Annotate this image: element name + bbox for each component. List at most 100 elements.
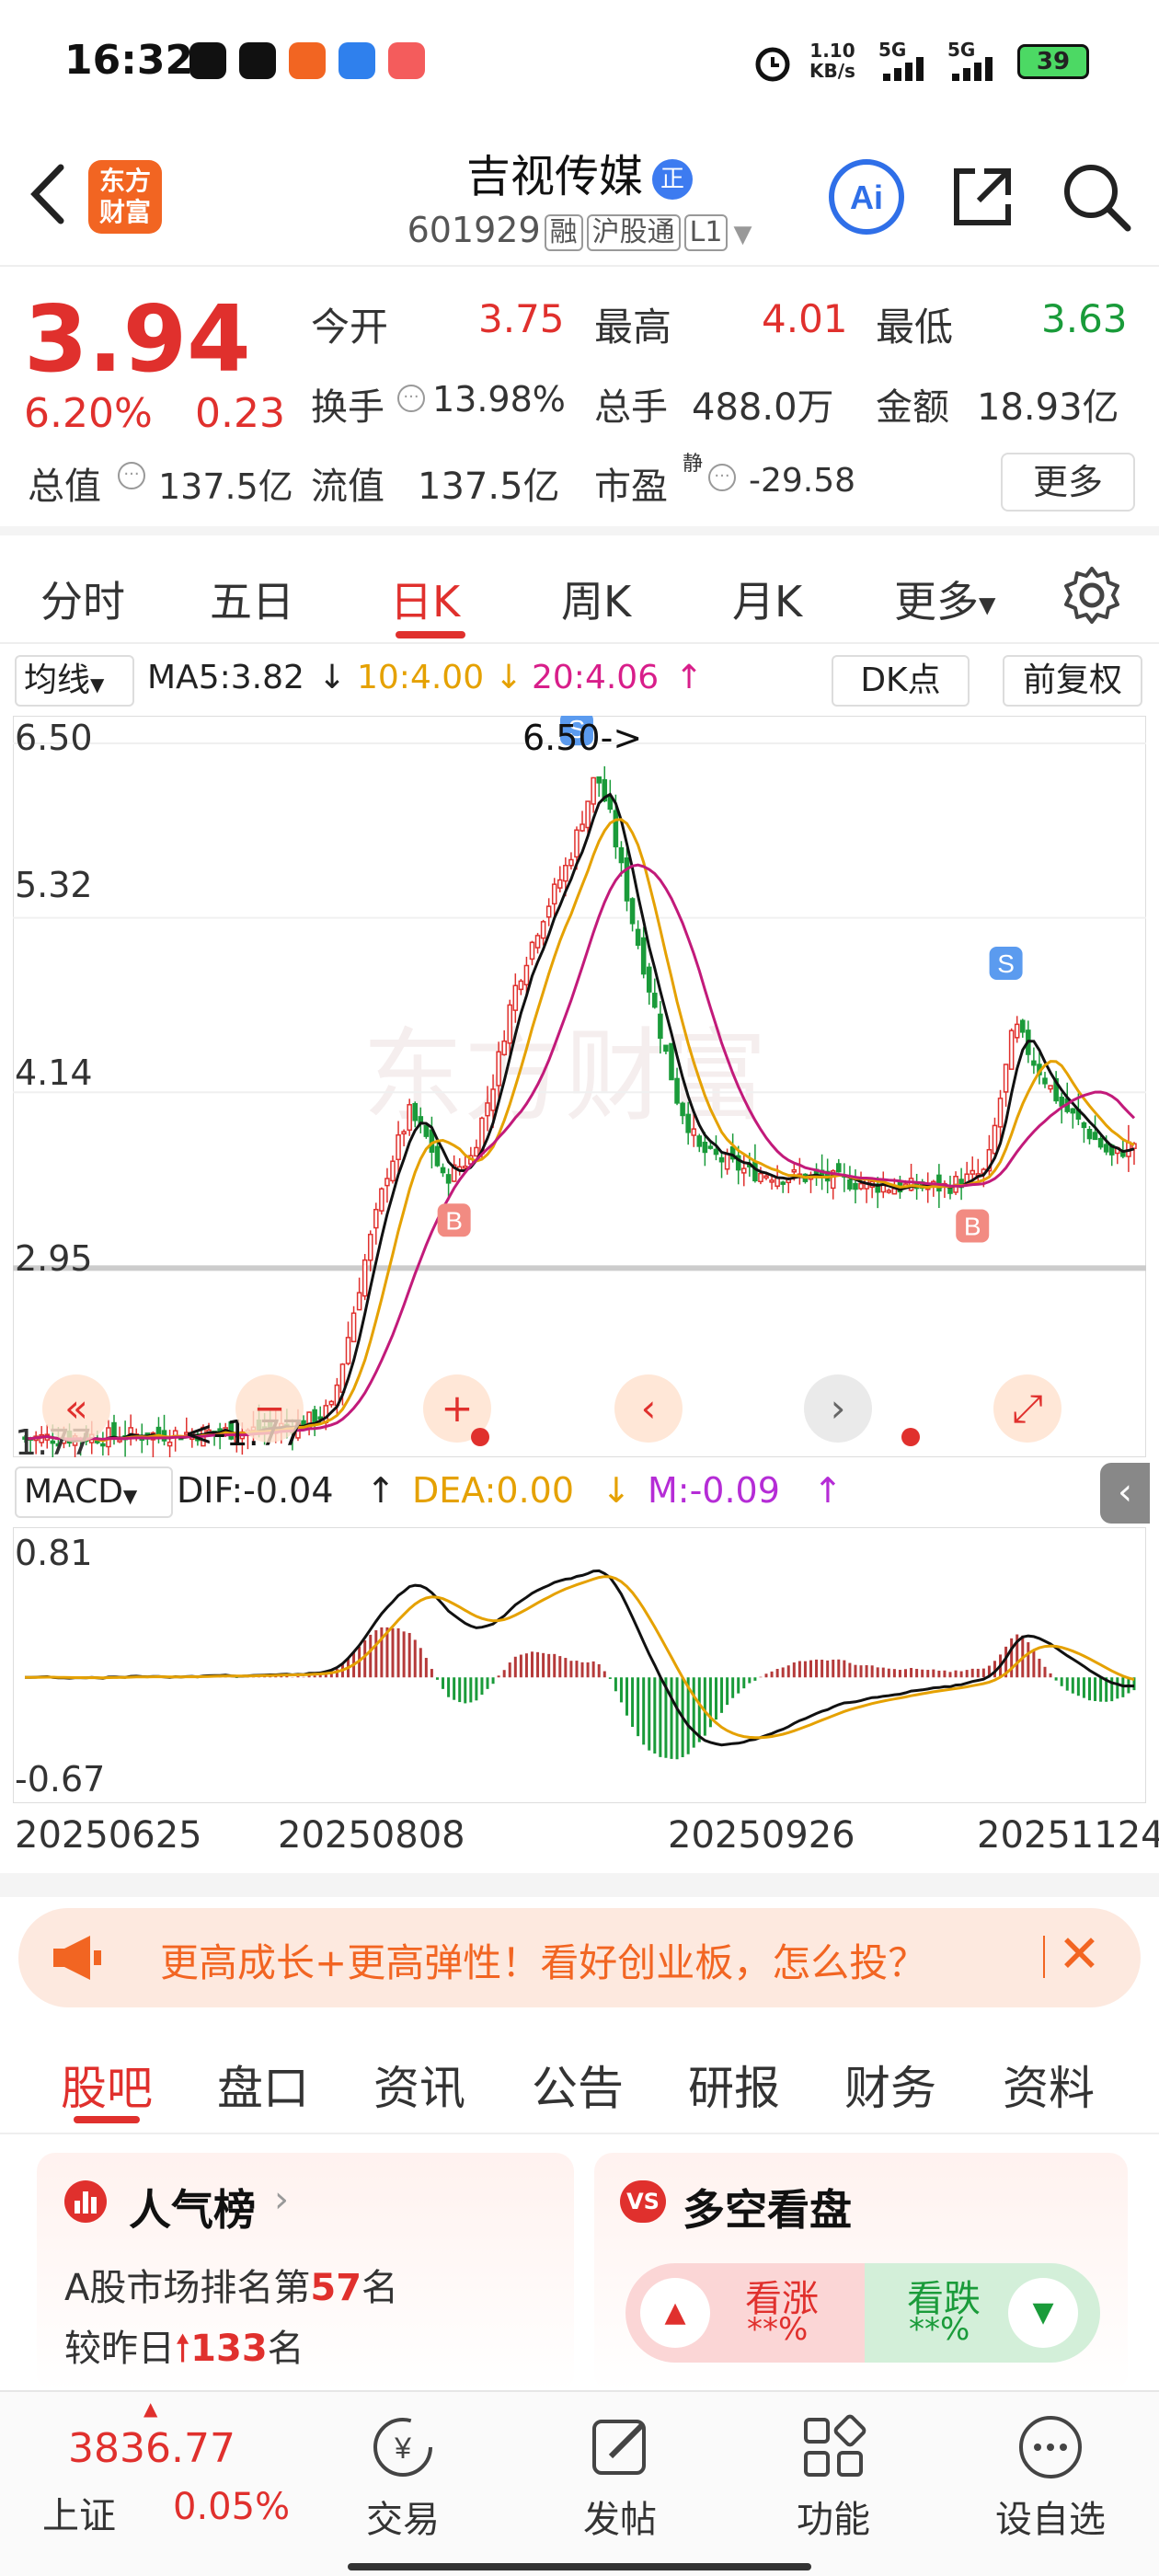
candle-body bbox=[345, 1337, 351, 1364]
candle-body bbox=[669, 1042, 674, 1081]
nav-add-watchlist[interactable]: 设自选 bbox=[986, 2410, 1115, 2543]
nav-trade[interactable]: ¥ 交易 bbox=[339, 2410, 467, 2543]
float-label: 流值 bbox=[311, 466, 384, 508]
home-indicator bbox=[348, 2563, 811, 2570]
nav-functions[interactable]: 功能 bbox=[769, 2410, 898, 2543]
zoom-out-icon[interactable]: − bbox=[235, 1374, 304, 1443]
close-icon[interactable]: ✕ bbox=[1058, 1925, 1101, 1984]
index-change[interactable]: 0.05% bbox=[173, 2486, 290, 2528]
up-arrow-icon: ↑ bbox=[366, 1470, 396, 1511]
settings-gear-icon[interactable] bbox=[1061, 565, 1122, 626]
svg-text:¥: ¥ bbox=[394, 2432, 411, 2465]
turnover-label: 换手 bbox=[311, 386, 384, 429]
macd-selector[interactable]: MACD▼ bbox=[15, 1466, 173, 1518]
tab-five-day[interactable]: 五日 bbox=[210, 569, 294, 629]
candle-body bbox=[568, 858, 574, 867]
candle-body bbox=[100, 1443, 106, 1447]
tab-news[interactable]: 资讯 bbox=[373, 2052, 465, 2118]
high-label: 最高 bbox=[594, 305, 672, 350]
open-value: 3.75 bbox=[478, 296, 565, 341]
up-triangle-icon[interactable]: ▲ bbox=[640, 2278, 710, 2348]
marker-label: B bbox=[445, 1206, 463, 1235]
tab-monthly-k[interactable]: 月K bbox=[732, 569, 802, 629]
candle-body bbox=[1008, 1029, 1015, 1070]
candle-body bbox=[1031, 1060, 1037, 1066]
more-button[interactable]: 更多 bbox=[1001, 453, 1135, 512]
promo-text[interactable]: 更高成长+更高弹性！看好创业板，怎么投？ bbox=[160, 1932, 926, 1988]
dif-value: DIF:-0.04 bbox=[177, 1470, 334, 1511]
candle-body bbox=[518, 980, 524, 991]
ai-icon[interactable]: Ai bbox=[828, 158, 905, 236]
fast-back-icon[interactable]: « bbox=[42, 1374, 110, 1443]
tab-more[interactable]: 更多▼ bbox=[894, 569, 995, 629]
ma-selector[interactable]: 均线▼ bbox=[15, 655, 134, 707]
more-icon bbox=[1019, 2416, 1082, 2478]
candle-body bbox=[791, 1168, 798, 1173]
info-icon[interactable]: ··· bbox=[397, 385, 425, 412]
candle-body bbox=[663, 1044, 669, 1052]
dk-point-button[interactable]: DK点 bbox=[832, 655, 970, 707]
low-value: 3.63 bbox=[1041, 296, 1128, 341]
caret-down-icon: ▼ bbox=[979, 592, 996, 618]
adjust-mode-button[interactable]: 前复权 bbox=[1003, 655, 1142, 707]
candle-body bbox=[111, 1421, 117, 1438]
info-icon[interactable]: ··· bbox=[118, 462, 145, 489]
candle-body bbox=[585, 800, 591, 829]
info-icon[interactable]: ··· bbox=[708, 464, 736, 491]
tab-finance[interactable]: 财务 bbox=[844, 2052, 936, 2118]
candle-body bbox=[1092, 1132, 1098, 1141]
tab-timeshare[interactable]: 分时 bbox=[40, 569, 125, 629]
next-icon[interactable]: › bbox=[804, 1374, 872, 1443]
high-value: 4.01 bbox=[762, 296, 848, 341]
candle-body bbox=[445, 1174, 452, 1184]
tab-pankou[interactable]: 盘口 bbox=[217, 2052, 309, 2118]
candle-body bbox=[674, 1077, 680, 1104]
tab-profile[interactable]: 资料 bbox=[1003, 2052, 1095, 2118]
candle-body bbox=[407, 1104, 412, 1132]
candle-body bbox=[618, 846, 625, 864]
candle-body bbox=[629, 898, 636, 925]
ranking-icon bbox=[64, 2180, 107, 2223]
candle-body bbox=[551, 883, 557, 905]
divider bbox=[1043, 1936, 1045, 1978]
chevron-down-icon: ▼ bbox=[733, 221, 752, 248]
search-icon[interactable] bbox=[1058, 158, 1135, 236]
candle-body bbox=[350, 1312, 357, 1343]
tab-weekly-k[interactable]: 周K bbox=[561, 569, 631, 629]
content-tabs: 股吧 盘口 资讯 公告 研报 财务 资料 bbox=[0, 2024, 1159, 2134]
candle-body bbox=[836, 1163, 842, 1173]
up-arrow-icon: ↑ bbox=[813, 1470, 843, 1511]
float-value: 137.5亿 bbox=[418, 466, 560, 508]
vote-down-percent: **% bbox=[909, 2311, 970, 2348]
down-arrow-icon: ↓ bbox=[495, 659, 523, 696]
candle-body bbox=[1003, 1064, 1009, 1093]
fullscreen-icon[interactable]: ⤢ bbox=[993, 1374, 1061, 1443]
net-speed: 1.10 bbox=[809, 40, 855, 62]
collapse-panel-icon[interactable]: ‹ bbox=[1100, 1463, 1150, 1524]
signal-icon bbox=[883, 57, 924, 81]
x-date-label: 20250625 bbox=[15, 1814, 202, 1857]
macd-chart[interactable] bbox=[13, 1527, 1146, 1803]
tab-research[interactable]: 研报 bbox=[688, 2052, 780, 2118]
index-name[interactable]: 上证 bbox=[42, 2486, 116, 2539]
up-arrow-icon: ↑ bbox=[675, 659, 704, 696]
candle-body bbox=[858, 1182, 864, 1190]
down-triangle-icon[interactable]: ▼ bbox=[1008, 2278, 1078, 2348]
candle-body bbox=[707, 1145, 714, 1149]
turnover-value: 13.98% bbox=[432, 379, 566, 420]
candle-body bbox=[367, 1234, 373, 1261]
nav-post[interactable]: 发帖 bbox=[556, 2410, 684, 2543]
candle-body bbox=[646, 966, 652, 993]
ma5-value: MA5:3.82 bbox=[147, 659, 304, 696]
tab-guba[interactable]: 股吧 bbox=[61, 2052, 153, 2118]
candle-body bbox=[696, 1135, 703, 1147]
kline-chart[interactable]: 东方财富 BSBS bbox=[13, 716, 1146, 1457]
index-value[interactable]: 3836.77 bbox=[68, 2425, 235, 2472]
tab-daily-k[interactable]: 日K bbox=[390, 569, 460, 629]
candle-body bbox=[992, 1124, 998, 1155]
tab-announcements[interactable]: 公告 bbox=[532, 2052, 624, 2118]
candle-body bbox=[752, 1161, 758, 1182]
prev-icon[interactable]: ‹ bbox=[614, 1374, 683, 1443]
share-icon[interactable] bbox=[947, 162, 1017, 232]
x-date-label: 20250926 bbox=[668, 1814, 855, 1857]
